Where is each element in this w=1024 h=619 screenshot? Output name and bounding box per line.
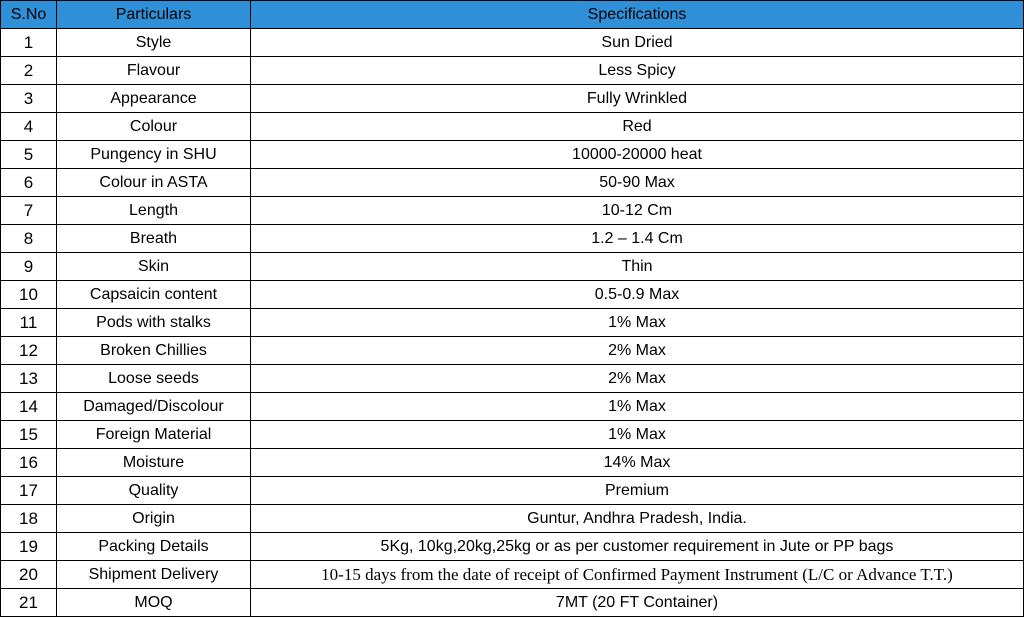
table-row: 21 MOQ 7MT (20 FT Container) xyxy=(0,588,1024,617)
row-particular: Packing Details xyxy=(56,532,251,561)
table-row: 3 Appearance Fully Wrinkled xyxy=(0,84,1024,113)
row-particular: Length xyxy=(56,196,251,225)
row-particular: Shipment Delivery xyxy=(56,560,251,589)
row-spec: 10000-20000 heat xyxy=(250,140,1024,169)
row-particular: Loose seeds xyxy=(56,364,251,393)
row-spec: Sun Dried xyxy=(250,28,1024,57)
table-row: 16 Moisture 14% Max xyxy=(0,448,1024,477)
row-particular: Flavour xyxy=(56,56,251,85)
row-sno: 3 xyxy=(0,84,57,113)
row-particular: Colour in ASTA xyxy=(56,168,251,197)
row-sno: 2 xyxy=(0,56,57,85)
table-row: 8 Breath 1.2 – 1.4 Cm xyxy=(0,224,1024,253)
row-sno: 12 xyxy=(0,336,57,365)
table-row: 20 Shipment Delivery 10-15 days from the… xyxy=(0,560,1024,589)
row-particular: Pungency in SHU xyxy=(56,140,251,169)
row-sno: 6 xyxy=(0,168,57,197)
row-sno: 5 xyxy=(0,140,57,169)
row-spec: Less Spicy xyxy=(250,56,1024,85)
row-particular: Foreign Material xyxy=(56,420,251,449)
table-row: 19 Packing Details 5Kg, 10kg,20kg,25kg o… xyxy=(0,532,1024,561)
row-sno: 1 xyxy=(0,28,57,57)
header-specifications: Specifications xyxy=(250,0,1024,29)
table-row: 9 Skin Thin xyxy=(0,252,1024,281)
row-particular: Breath xyxy=(56,224,251,253)
row-sno: 8 xyxy=(0,224,57,253)
table-row: 15 Foreign Material 1% Max xyxy=(0,420,1024,449)
row-sno: 11 xyxy=(0,308,57,337)
row-sno: 4 xyxy=(0,112,57,141)
row-sno: 10 xyxy=(0,280,57,309)
row-spec: Fully Wrinkled xyxy=(250,84,1024,113)
table-row: 1 Style Sun Dried xyxy=(0,28,1024,57)
header-sno: S.No xyxy=(0,0,57,29)
row-spec: 1% Max xyxy=(250,392,1024,421)
row-particular: Skin xyxy=(56,252,251,281)
row-spec: 0.5-0.9 Max xyxy=(250,280,1024,309)
row-particular: Broken Chillies xyxy=(56,336,251,365)
row-spec: 10-15 days from the date of receipt of C… xyxy=(250,560,1024,589)
row-particular: Appearance xyxy=(56,84,251,113)
table-row: 10 Capsaicin content 0.5-0.9 Max xyxy=(0,280,1024,309)
table-row: 2 Flavour Less Spicy xyxy=(0,56,1024,85)
row-particular: Style xyxy=(56,28,251,57)
specifications-table: S.No Particulars Specifications 1 Style … xyxy=(0,0,1024,617)
table-row: 12 Broken Chillies 2% Max xyxy=(0,336,1024,365)
table-row: 18 Origin Guntur, Andhra Pradesh, India. xyxy=(0,504,1024,533)
row-sno: 19 xyxy=(0,532,57,561)
row-sno: 18 xyxy=(0,504,57,533)
table-row: 5 Pungency in SHU 10000-20000 heat xyxy=(0,140,1024,169)
row-spec: 14% Max xyxy=(250,448,1024,477)
row-spec: 7MT (20 FT Container) xyxy=(250,588,1024,617)
row-particular: Origin xyxy=(56,504,251,533)
table-row: 14 Damaged/Discolour 1% Max xyxy=(0,392,1024,421)
row-spec: 1% Max xyxy=(250,420,1024,449)
row-particular: Pods with stalks xyxy=(56,308,251,337)
row-particular: MOQ xyxy=(56,588,251,617)
table-row: 4 Colour Red xyxy=(0,112,1024,141)
row-spec: 50-90 Max xyxy=(250,168,1024,197)
table-row: 7 Length 10-12 Cm xyxy=(0,196,1024,225)
table-row: 13 Loose seeds 2% Max xyxy=(0,364,1024,393)
row-sno: 17 xyxy=(0,476,57,505)
table-row: 6 Colour in ASTA 50-90 Max xyxy=(0,168,1024,197)
row-spec: Premium xyxy=(250,476,1024,505)
row-particular: Capsaicin content xyxy=(56,280,251,309)
row-sno: 20 xyxy=(0,560,57,589)
row-sno: 13 xyxy=(0,364,57,393)
row-sno: 7 xyxy=(0,196,57,225)
table-header-row: S.No Particulars Specifications xyxy=(0,0,1024,29)
row-particular: Moisture xyxy=(56,448,251,477)
row-spec: 2% Max xyxy=(250,364,1024,393)
row-spec: 1.2 – 1.4 Cm xyxy=(250,224,1024,253)
row-spec: 5Kg, 10kg,20kg,25kg or as per customer r… xyxy=(250,532,1024,561)
header-particulars: Particulars xyxy=(56,0,251,29)
row-sno: 14 xyxy=(0,392,57,421)
row-particular: Colour xyxy=(56,112,251,141)
row-spec: Red xyxy=(250,112,1024,141)
row-spec: 1% Max xyxy=(250,308,1024,337)
row-spec: Guntur, Andhra Pradesh, India. xyxy=(250,504,1024,533)
table-row: 11 Pods with stalks 1% Max xyxy=(0,308,1024,337)
row-spec: 2% Max xyxy=(250,336,1024,365)
row-spec: 10-12 Cm xyxy=(250,196,1024,225)
row-sno: 16 xyxy=(0,448,57,477)
row-particular: Quality xyxy=(56,476,251,505)
row-spec: Thin xyxy=(250,252,1024,281)
row-sno: 21 xyxy=(0,588,57,617)
row-sno: 9 xyxy=(0,252,57,281)
row-particular: Damaged/Discolour xyxy=(56,392,251,421)
row-sno: 15 xyxy=(0,420,57,449)
table-row: 17 Quality Premium xyxy=(0,476,1024,505)
